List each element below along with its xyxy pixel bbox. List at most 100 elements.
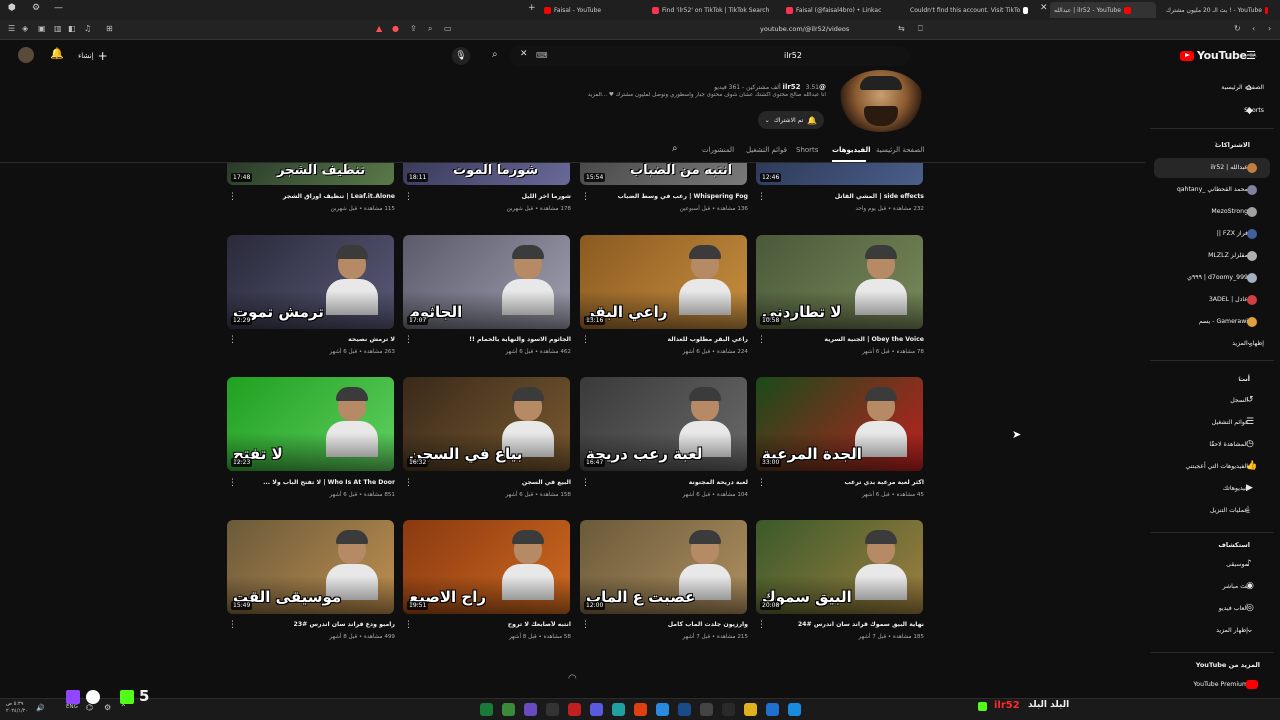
language-indicator[interactable]: ENG — [66, 704, 78, 710]
settings-app-icon[interactable] — [722, 703, 735, 716]
subscribed-button[interactable]: ⌄ تم الاشتراك 🔔 — [758, 111, 824, 129]
video-thumbnail[interactable]: الجاثوم 17:07 — [403, 235, 570, 329]
subscriptions-heading[interactable]: الاشتراكات — [1215, 141, 1250, 149]
extensions-icon[interactable]: ⊞ — [106, 24, 113, 33]
brave-rewards-icon[interactable]: ▲ — [376, 24, 382, 33]
video-title[interactable]: side effects | المشي القاتل — [764, 193, 924, 200]
network-icon[interactable]: ⌬ — [86, 703, 93, 712]
music-icon[interactable]: ♫ — [84, 24, 91, 33]
wallet-icon[interactable]: ▣ — [38, 24, 46, 33]
video-options-icon[interactable]: ⋮ — [404, 335, 413, 345]
video-options-icon[interactable]: ⋮ — [757, 192, 766, 202]
video-title[interactable]: البيع في السجن — [411, 479, 571, 486]
tab-posts[interactable]: المنشورات — [702, 146, 734, 154]
video-thumbnail[interactable]: البيق سموك 20:08 — [756, 520, 923, 614]
video-thumbnail[interactable]: 12:46 — [756, 163, 923, 185]
discord-icon[interactable] — [590, 703, 603, 716]
windows-start-icon[interactable] — [788, 703, 801, 716]
video-title[interactable]: رامبو ودع قراند سان اندرس #23 — [235, 621, 395, 628]
video-options-icon[interactable]: ⋮ — [228, 192, 237, 202]
app-icon[interactable] — [766, 703, 779, 716]
video-thumbnail[interactable]: راح الاصبع 19:51 — [403, 520, 570, 614]
video-options-icon[interactable]: ⋮ — [581, 620, 590, 630]
tab-videos[interactable]: الفيديوهات — [832, 146, 871, 154]
sidebar-subscription[interactable]: فراز FZX || — [1217, 230, 1248, 237]
video-title[interactable]: وارزيون جلدت الماب كامل — [588, 621, 748, 628]
sidebar-subscription[interactable]: d7oomy_999 | ٩٩٩ي — [1187, 274, 1248, 281]
video-title[interactable]: اكثر لعبة مرعبة بدي ترعب — [764, 479, 924, 486]
voice-search-icon[interactable]: 🎙 — [452, 47, 470, 65]
sidebar-subscription[interactable]: Gamerawi - يسم — [1199, 318, 1248, 325]
volume-icon[interactable]: 🔊 — [36, 704, 45, 712]
video-options-icon[interactable]: ⋮ — [757, 335, 766, 345]
tray-icon[interactable]: ⚙ — [104, 703, 111, 712]
video-thumbnail[interactable]: بياع في السجن 16:32 — [403, 377, 570, 471]
tab-item[interactable]: Faisal (@faisal4bro) • Linkac — [782, 2, 892, 18]
video-thumbnail[interactable]: لا تفتح 12:23 — [227, 377, 394, 471]
shield-icon[interactable]: ◈ — [22, 24, 28, 33]
twitch-icon[interactable] — [524, 703, 537, 716]
search-icon[interactable]: ⌕ — [492, 49, 498, 60]
video-thumbnail[interactable]: انتبه من الضباب 15:54 — [580, 163, 747, 185]
cast-icon[interactable]: ▭ — [444, 24, 452, 33]
search-box[interactable]: ⌕ ✕ ⌨ — [492, 46, 910, 66]
sidebar-icon[interactable]: ▥ — [54, 24, 62, 33]
sidebar-subscription[interactable]: مقلزلز MLZLZ — [1208, 252, 1248, 259]
sidebar-item-you[interactable]: المشاهدة لاحقًا — [1209, 441, 1248, 448]
search-input[interactable]: ilr52 — [784, 51, 802, 60]
sidebar-item-explore[interactable]: إظهار المزيد — [1216, 627, 1248, 634]
channel-description[interactable]: انا عبدالله صالح محتوى اكشنك عشان شوف مح… — [500, 92, 826, 98]
video-options-icon[interactable]: ⋮ — [757, 478, 766, 488]
tab-shorts[interactable]: Shorts — [796, 146, 818, 154]
tab-item[interactable]: Find 'ilr52' on TikTok | TikTok Search — [648, 2, 778, 18]
video-options-icon[interactable]: ⋮ — [581, 335, 590, 345]
video-title[interactable]: لا ترمش نصيحة — [235, 336, 395, 343]
video-options-icon[interactable]: ⋮ — [581, 192, 590, 202]
channel-search-icon[interactable]: ⌕ — [672, 143, 678, 154]
reload-icon[interactable]: ↻ — [1234, 24, 1241, 33]
video-options-icon[interactable]: ⋮ — [404, 192, 413, 202]
video-thumbnail[interactable]: لا تطاردني 10:58 — [756, 235, 923, 329]
video-title[interactable]: Leaf.it.Alone | تنظيف اوراق الشجر — [235, 193, 395, 200]
tab-item[interactable]: Couldn't find this account. Visit TikTo — [906, 2, 1032, 18]
sidebar-subscription[interactable]: عادل | 3ADEL — [1209, 296, 1248, 303]
video-options-icon[interactable]: ⋮ — [228, 620, 237, 630]
close-tab-icon[interactable]: ✕ — [1040, 3, 1048, 13]
video-options-icon[interactable]: ⋮ — [228, 335, 237, 345]
sidebar-item-you[interactable]: فيديوهاتك — [1223, 485, 1248, 492]
sidebar-subscription[interactable]: MezoStrong — [1211, 208, 1248, 215]
video-title[interactable]: Who Is At The Door | لا تفتح الباب ولا .… — [235, 479, 395, 486]
obs-icon[interactable] — [546, 703, 559, 716]
video-title[interactable]: نهاية البيق سموك قراند سان اندرس #24 — [764, 621, 924, 628]
keyboard-icon[interactable]: ⌨ — [536, 51, 548, 60]
sidebar-item-explore[interactable]: بث مباشر — [1223, 583, 1248, 590]
video-title[interactable]: Whispering Fog | رعب في وسط الضباب — [588, 193, 748, 200]
back-icon[interactable]: ‹ — [1252, 24, 1255, 33]
minimize-icon[interactable]: — — [54, 3, 63, 13]
sidebar-subscription[interactable]: عبدالله | ilr52 — [1210, 164, 1248, 171]
file-explorer-icon[interactable] — [744, 703, 757, 716]
video-options-icon[interactable]: ⋮ — [757, 620, 766, 630]
reader-icon[interactable]: ⇆ — [898, 24, 905, 33]
sidebar-item-explore[interactable]: ألعاب فيديو — [1219, 605, 1248, 612]
tab-item-active[interactable]: عبدالله | ilr52 - YouTube — [1050, 2, 1156, 18]
clear-search-icon[interactable]: ✕ — [520, 49, 528, 59]
video-thumbnail[interactable]: شورما الموت 18:11 — [403, 163, 570, 185]
create-button[interactable]: إنشاء + — [78, 49, 108, 63]
app-icon[interactable] — [612, 703, 625, 716]
menu-icon[interactable]: ☰ — [8, 24, 15, 33]
video-title[interactable]: Obey the Voice | الجنية السرية — [764, 336, 924, 343]
account-avatar[interactable] — [18, 47, 34, 63]
sidebar-item-explore[interactable]: موسيقى — [1226, 561, 1248, 568]
video-title[interactable]: لعبة دريحة المجنونة — [588, 479, 748, 486]
video-thumbnail[interactable]: ترمش تموت 12:29 — [227, 235, 394, 329]
app-icon[interactable] — [480, 703, 493, 716]
sidebar-item-premium[interactable]: YouTube Premium — [1193, 681, 1248, 688]
telegram-icon[interactable] — [656, 703, 669, 716]
sidebar-item-home[interactable]: الصفحة الرئيسية — [1221, 84, 1264, 91]
video-title[interactable]: راعي البقر مطلوب للعدالة — [588, 336, 749, 343]
sidebar-item-you[interactable]: قوائم التشغيل — [1212, 419, 1248, 426]
video-title[interactable]: شورما اخر الليل — [411, 193, 571, 200]
tab-home[interactable]: الصفحة الرئيسية — [876, 146, 924, 154]
settings-icon[interactable]: ⚙ — [32, 3, 40, 13]
